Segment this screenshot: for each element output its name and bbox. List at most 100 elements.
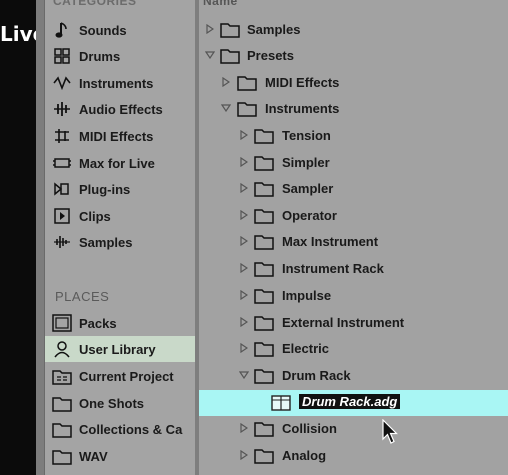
tree-row[interactable]: Instrument Rack: [199, 256, 508, 282]
expand-triangle-icon[interactable]: [239, 129, 249, 141]
sidebar-item-packs[interactable]: Packs: [45, 310, 195, 336]
expand-triangle-icon[interactable]: [239, 316, 249, 328]
sidebar-item-collections[interactable]: Collections & Ca: [45, 416, 195, 442]
sidebar-item-wav[interactable]: WAV: [45, 443, 195, 469]
preset-file-icon: [271, 395, 291, 412]
folder-icon: [254, 367, 274, 384]
tree-row-label: Instruments: [265, 101, 340, 116]
folder-icon: [254, 260, 274, 277]
expand-triangle-icon[interactable]: [239, 449, 249, 461]
column-header-name[interactable]: Name: [203, 0, 238, 8]
folder-icon: [254, 127, 274, 144]
plugin-icon: [51, 180, 73, 198]
expand-triangle-icon[interactable]: [205, 23, 215, 35]
tree-row-label: Samples: [247, 22, 301, 37]
user-icon: [51, 340, 73, 358]
tree-row[interactable]: Tension: [199, 123, 508, 149]
tree-row[interactable]: Presets: [199, 43, 508, 69]
tree-row[interactable]: Samples: [199, 17, 508, 43]
tree-row-label: Simpler: [282, 155, 330, 170]
expand-triangle-icon[interactable]: [239, 262, 249, 274]
expand-triangle-icon[interactable]: [239, 342, 249, 354]
folder-icon: [254, 340, 274, 357]
drum-grid-icon: [51, 47, 73, 65]
sidebar-item-drums[interactable]: Drums: [45, 43, 195, 69]
sidebar-item-clips[interactable]: Clips: [45, 203, 195, 229]
folder-icon: [51, 394, 73, 412]
tree-row[interactable]: Collision: [199, 416, 508, 442]
sidebar-item-sounds[interactable]: Sounds: [45, 17, 195, 43]
categories-title: CATEGORIES: [53, 0, 137, 8]
sidebar-item-label: Sounds: [79, 22, 127, 38]
sidebar-item-label: Clips: [79, 208, 111, 224]
sidebar-item-label: User Library: [79, 341, 156, 357]
sidebar-item-label: Packs: [79, 315, 117, 331]
sidebar-item-label: Plug-ins: [79, 181, 131, 197]
sidebar-item-user-library[interactable]: User Library: [45, 336, 195, 362]
midi-effects-icon: [51, 127, 73, 145]
folder-icon: [254, 233, 274, 250]
project-icon: [51, 367, 73, 385]
sidebar-item-instruments[interactable]: Instruments: [45, 70, 195, 96]
folder-icon: [220, 21, 240, 38]
background-window-edge: Live: [0, 0, 46, 475]
collapse-triangle-icon[interactable]: [239, 369, 249, 381]
sidebar-item-samples[interactable]: Samples: [45, 229, 195, 255]
expand-triangle-icon[interactable]: [239, 182, 249, 194]
sidebar-item-current-project[interactable]: Current Project: [45, 363, 195, 389]
folder-icon: [254, 154, 274, 171]
packs-icon: [51, 314, 73, 332]
sidebar-item-label: MIDI Effects: [79, 128, 154, 144]
mouse-cursor-icon: [382, 419, 398, 444]
folder-icon: [51, 420, 73, 438]
browser-content: Name Samples Presets MIDI Effects Instru…: [199, 0, 508, 475]
collapse-triangle-icon[interactable]: [221, 102, 231, 114]
sidebar-item-midi-effects[interactable]: MIDI Effects: [45, 123, 195, 149]
folder-icon: [220, 47, 240, 64]
expand-triangle-icon[interactable]: [239, 422, 249, 434]
expand-triangle-icon[interactable]: [239, 156, 249, 168]
tree-row-label: Instrument Rack: [282, 261, 384, 276]
tree-row[interactable]: Instruments: [199, 96, 508, 122]
sidebar-item-label: Samples: [79, 234, 133, 250]
sidebar-item-label: Max for Live: [79, 155, 155, 171]
tree-row[interactable]: Analog: [199, 443, 508, 469]
sidebar-item-audio-effects[interactable]: Audio Effects: [45, 96, 195, 122]
clip-icon: [51, 207, 73, 225]
tree-row-selected[interactable]: Drum Rack.adg: [199, 390, 508, 416]
tree-row[interactable]: External Instrument: [199, 310, 508, 336]
expand-triangle-icon[interactable]: [221, 76, 231, 88]
sidebar-item-one-shots[interactable]: One Shots: [45, 390, 195, 416]
expand-triangle-icon[interactable]: [239, 289, 249, 301]
sidebar-item-label: Instruments: [79, 75, 154, 91]
folder-icon: [254, 207, 274, 224]
sidebar-item-label: One Shots: [79, 395, 145, 411]
note-icon: [51, 21, 73, 39]
tree-row-label: Drum Rack: [282, 368, 351, 383]
browser-sidebar: CATEGORIES Sounds Drums Instruments Audi…: [45, 0, 195, 475]
tree-row[interactable]: Sampler: [199, 176, 508, 202]
folder-icon: [254, 420, 274, 437]
expand-triangle-icon[interactable]: [239, 235, 249, 247]
tree-row-label: External Instrument: [282, 315, 405, 330]
tree-row-label: Presets: [247, 48, 294, 63]
folder-icon: [254, 180, 274, 197]
collapse-triangle-icon[interactable]: [205, 49, 215, 61]
tree-row[interactable]: Simpler: [199, 150, 508, 176]
tree-row[interactable]: Impulse: [199, 283, 508, 309]
tree-row[interactable]: Max Instrument: [199, 229, 508, 255]
tree-row[interactable]: Drum Rack: [199, 363, 508, 389]
sidebar-item-max-for-live[interactable]: Max for Live: [45, 150, 195, 176]
tree-row[interactable]: Operator: [199, 203, 508, 229]
tree-row-label: Sampler: [282, 181, 334, 196]
sidebar-item-label: Collections & Ca: [79, 421, 183, 437]
tree-row-label: Electric: [282, 341, 329, 356]
tree-row-label: Max Instrument: [282, 234, 379, 249]
tree-row[interactable]: Electric: [199, 336, 508, 362]
folder-icon: [254, 447, 274, 464]
sidebar-item-plug-ins[interactable]: Plug-ins: [45, 176, 195, 202]
expand-triangle-icon[interactable]: [239, 209, 249, 221]
tree-row-label: MIDI Effects: [265, 75, 340, 90]
tree-row[interactable]: MIDI Effects: [199, 70, 508, 96]
sample-wave-icon: [51, 233, 73, 251]
